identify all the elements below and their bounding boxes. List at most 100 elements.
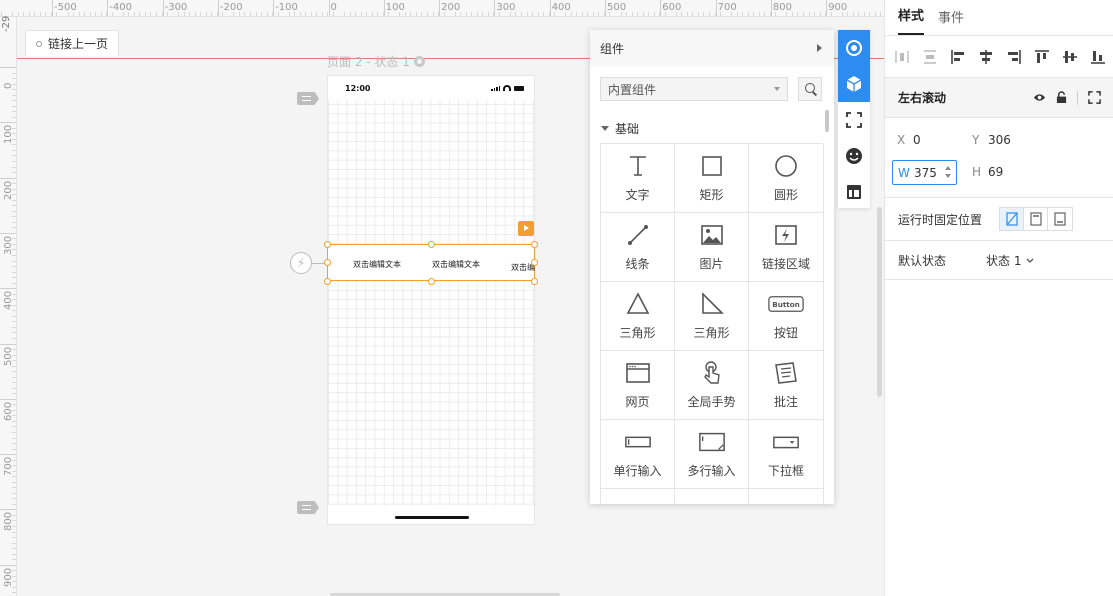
scan-tool[interactable] [838, 102, 870, 138]
align-bottom-icon[interactable] [1088, 47, 1108, 67]
ruler-minor-tick [12, 387, 16, 389]
emoji-tool[interactable] [838, 138, 870, 174]
component-label: 网页 [625, 395, 650, 409]
align-center-horizontal-icon[interactable] [976, 47, 996, 67]
component-panel-scrollbar[interactable] [825, 110, 829, 132]
ruler-minor-tick [12, 205, 16, 207]
default-state-select[interactable]: 状态 1 [986, 252, 1034, 269]
library-select[interactable]: 内置组件 [600, 77, 788, 101]
component-label: 按钮 [773, 326, 798, 340]
ruler-minor-tick [200, 12, 202, 16]
component-triangle[interactable]: 三角形 [601, 282, 675, 351]
component-right-triangle[interactable]: 三角形 [675, 282, 749, 351]
y-value[interactable]: 306 [988, 133, 1011, 147]
h-value[interactable]: 69 [988, 165, 1003, 179]
width-input[interactable]: W 375 [892, 160, 957, 185]
ruler-minor-tick [12, 72, 16, 74]
webpage-icon [625, 363, 650, 383]
component-partial[interactable] [749, 489, 824, 504]
component-rectangle[interactable]: 矩形 [675, 144, 749, 213]
component-panel-header[interactable]: 组件 [590, 30, 834, 66]
fixed-top-option[interactable] [1024, 208, 1048, 230]
resize-handle[interactable] [531, 241, 538, 248]
component-note[interactable]: 批注 [749, 351, 824, 420]
component-gesture[interactable]: 全局手势 [675, 351, 749, 420]
stepper-up-icon[interactable] [945, 166, 951, 170]
x-value[interactable]: 0 [913, 133, 921, 147]
x-field[interactable]: X 0 [897, 133, 921, 147]
component-webpage[interactable]: 网页 [601, 351, 675, 420]
component-label: 下拉框 [767, 464, 804, 478]
page-tag-icon[interactable] [297, 92, 319, 105]
ruler-minor-tick [653, 12, 655, 16]
canvas-vertical-scrollbar[interactable] [877, 207, 882, 397]
ruler-minor-tick [426, 12, 428, 16]
link-previous-page-button[interactable]: 链接上一页 [25, 30, 120, 56]
phone-canvas[interactable]: 12:00 [327, 75, 535, 525]
y-field[interactable]: Y 306 [972, 133, 1011, 147]
eye-icon[interactable] [1033, 91, 1046, 104]
tab-style[interactable]: 样式 [898, 5, 925, 35]
stepper-down-icon[interactable] [945, 174, 951, 178]
resize-handle[interactable] [428, 278, 435, 285]
distribute-vertical-icon[interactable] [920, 47, 940, 67]
w-value[interactable]: 375 [914, 166, 937, 180]
resize-handle[interactable] [531, 278, 538, 285]
width-stepper[interactable] [945, 166, 951, 178]
ruler-label: 800 [3, 512, 14, 532]
component-image[interactable]: 图片 [675, 213, 749, 282]
component-partial[interactable] [675, 489, 749, 504]
unlock-icon[interactable] [1056, 91, 1067, 104]
component-single-input[interactable]: 单行输入 [601, 420, 675, 489]
component-line[interactable]: 线条 [601, 213, 675, 282]
play-icon[interactable] [518, 221, 534, 236]
fixed-bottom-option[interactable] [1048, 208, 1072, 230]
resize-handle[interactable] [324, 259, 331, 266]
chevron-right-icon[interactable] [817, 44, 822, 52]
gear-icon[interactable] [413, 56, 425, 67]
page-title[interactable]: 页面 2 - 状态 1 [327, 53, 425, 70]
resize-handle[interactable] [428, 241, 435, 248]
resize-handle[interactable] [531, 259, 538, 266]
distribute-horizontal-icon[interactable] [892, 47, 912, 67]
resize-handle[interactable] [324, 241, 331, 248]
scroll-text-1[interactable]: 双击编辑文本 [353, 259, 401, 270]
top-ruler[interactable]: -500 -400 -300 -200 -100 0 100 200 300 400 500 600 7… [0, 0, 884, 17]
ruler-minor-tick [587, 12, 589, 16]
align-left-icon[interactable] [948, 47, 968, 67]
component-partial[interactable] [601, 489, 675, 504]
align-top-icon[interactable] [1032, 47, 1052, 67]
ruler-minor-tick [371, 12, 373, 16]
interaction-bolt-icon[interactable]: ⚡ [290, 252, 312, 274]
component-name[interactable]: 左右滚动 [898, 89, 946, 106]
search-icon[interactable] [798, 77, 822, 101]
ruler-minor-tick [12, 437, 16, 439]
left-ruler[interactable]: 0 100 200 300 400 500 600 700 800 900 [0, 17, 17, 596]
component-button[interactable]: Button 按钮 [749, 282, 824, 351]
ruler-minor-tick [460, 12, 462, 16]
horizontal-scroll-component[interactable]: 双击编辑文本 双击编辑文本 双击编 [327, 244, 535, 281]
page-tag-icon[interactable] [297, 501, 319, 514]
component-label: 文字 [625, 188, 650, 202]
fullscreen-icon[interactable] [1088, 91, 1101, 104]
y-label: Y [972, 133, 980, 147]
components-tool[interactable] [838, 66, 870, 102]
resize-handle[interactable] [324, 278, 331, 285]
fixed-none-option[interactable] [1000, 208, 1024, 230]
align-right-icon[interactable] [1004, 47, 1024, 67]
target-tool[interactable] [838, 30, 870, 66]
scroll-text-2[interactable]: 双击编辑文本 [432, 259, 480, 270]
category-basic[interactable]: 基础 [601, 120, 639, 137]
fixed-position-toggle-group [999, 207, 1073, 231]
component-link-area[interactable]: 链接区域 [749, 213, 824, 282]
button-icon-text: Button [772, 300, 800, 309]
component-circle[interactable]: 圆形 [749, 144, 824, 213]
component-dropdown[interactable]: 下拉框 [749, 420, 824, 489]
align-middle-vertical-icon[interactable] [1060, 47, 1080, 67]
component-text[interactable]: 文字 [601, 144, 675, 213]
component-multiline-input[interactable]: 多行输入 [675, 420, 749, 489]
h-field[interactable]: H 69 [972, 165, 1003, 179]
ruler-minor-tick [631, 12, 633, 16]
layout-tool[interactable] [838, 174, 870, 210]
tab-events[interactable]: 事件 [938, 7, 964, 35]
